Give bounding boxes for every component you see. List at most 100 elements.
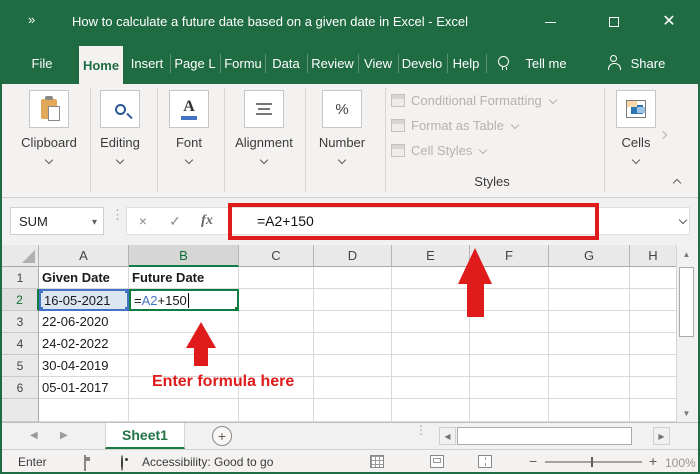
cell-a2-referenced[interactable]: 16-05-2021 (39, 289, 129, 311)
cell[interactable] (314, 355, 392, 377)
accessibility-status[interactable]: Accessibility: Good to go (142, 455, 273, 469)
tab-insert[interactable]: Insert (128, 42, 166, 84)
name-box[interactable]: SUM ▾ (10, 207, 104, 235)
macro-record-icon[interactable] (84, 455, 86, 471)
zoom-in-button[interactable]: + (649, 453, 657, 469)
cell[interactable] (239, 289, 314, 311)
tab-review[interactable]: Review (310, 42, 355, 84)
scroll-down-icon[interactable]: ▼ (677, 404, 696, 422)
tab-view[interactable]: View (361, 42, 395, 84)
conditional-formatting-button[interactable]: Conditional Formatting (391, 92, 558, 108)
sheet-nav-next-icon[interactable]: ▶ (60, 430, 68, 441)
cell[interactable] (129, 399, 239, 422)
cell[interactable] (314, 399, 392, 422)
sheet-nav-prev-icon[interactable]: ◀ (30, 430, 38, 441)
percent-icon[interactable]: % (322, 90, 362, 128)
chevron-down-icon[interactable]: ▾ (92, 217, 97, 228)
zoom-slider-thumb[interactable] (591, 457, 593, 467)
alignment-icon[interactable] (244, 90, 284, 128)
cell-a5[interactable]: 30-04-2019 (39, 355, 129, 377)
ribbon-group-font[interactable]: A Font (163, 90, 215, 168)
cell[interactable] (630, 355, 676, 377)
cell[interactable] (239, 333, 314, 355)
cell[interactable] (549, 267, 630, 289)
row-header-7[interactable] (2, 399, 39, 422)
cancel-button[interactable]: × (127, 213, 159, 229)
tab-page-layout[interactable]: Page L (173, 42, 217, 84)
zoom-slider-track[interactable] (545, 461, 642, 463)
cell[interactable] (470, 333, 549, 355)
tab-formulas[interactable]: Formu (223, 42, 263, 84)
cell-a1[interactable]: Given Date (39, 267, 129, 289)
cell-styles-button[interactable]: Cell Styles (391, 142, 488, 158)
cell[interactable] (314, 333, 392, 355)
horizontal-scroll-thumb[interactable] (457, 427, 632, 445)
row-header-2[interactable]: 2 (2, 289, 39, 311)
row-header-4[interactable]: 4 (2, 333, 39, 355)
row-header-3[interactable]: 3 (2, 311, 39, 333)
cell[interactable] (549, 289, 630, 311)
close-button[interactable]: ✕ (652, 10, 686, 34)
chevron-down-icon[interactable] (337, 155, 347, 165)
cell[interactable] (630, 311, 676, 333)
cell[interactable] (630, 267, 676, 289)
page-break-view-icon[interactable] (478, 455, 492, 468)
normal-view-icon[interactable] (370, 455, 384, 468)
chevron-down-icon[interactable] (631, 155, 641, 165)
cell-a3[interactable]: 22-06-2020 (39, 311, 129, 333)
tab-help[interactable]: Help (450, 42, 482, 84)
cell[interactable] (314, 311, 392, 333)
quick-access-overflow-icon[interactable]: » (28, 12, 35, 27)
cell[interactable] (549, 333, 630, 355)
zoom-level[interactable]: 100% (665, 456, 696, 470)
drag-handle-dots[interactable]: ⋮ (111, 208, 124, 221)
column-header-a[interactable]: A (39, 245, 129, 267)
cell[interactable] (392, 333, 470, 355)
cell[interactable] (392, 399, 470, 422)
insert-function-button[interactable]: fx (191, 213, 223, 229)
ribbon-group-number[interactable]: % Number (310, 90, 374, 168)
page-layout-view-icon[interactable] (430, 455, 444, 468)
chevron-right-icon[interactable] (658, 130, 668, 140)
collapse-ribbon-icon[interactable] (672, 178, 682, 188)
cells-icon[interactable] (616, 90, 656, 128)
share-button[interactable]: Share (627, 42, 669, 84)
cell[interactable] (630, 333, 676, 355)
maximize-button[interactable] (597, 10, 631, 34)
cell-a4[interactable]: 24-02-2022 (39, 333, 129, 355)
sheet-tab-sheet1[interactable]: Sheet1 (105, 423, 185, 449)
ribbon-group-editing[interactable]: Editing (92, 90, 148, 168)
column-header-b[interactable]: B (129, 245, 239, 267)
minimize-button[interactable] (533, 10, 567, 34)
cell[interactable] (470, 377, 549, 399)
cell-b1[interactable]: Future Date (129, 267, 239, 289)
cell[interactable] (630, 289, 676, 311)
ribbon-group-alignment[interactable]: Alignment (226, 90, 302, 168)
cell[interactable] (470, 355, 549, 377)
tab-tell-me[interactable]: Tell me (522, 42, 570, 84)
chevron-down-icon[interactable] (184, 155, 194, 165)
ribbon-group-cells[interactable]: Cells (612, 90, 660, 168)
cell[interactable] (314, 377, 392, 399)
row-header-6[interactable]: 6 (2, 377, 39, 399)
chevron-down-icon[interactable] (115, 155, 125, 165)
cell[interactable] (630, 377, 676, 399)
cell[interactable] (392, 355, 470, 377)
vertical-scroll-thumb[interactable] (679, 267, 694, 337)
cell[interactable] (314, 267, 392, 289)
scroll-right-icon[interactable]: ▶ (653, 427, 670, 445)
column-header-d[interactable]: D (314, 245, 392, 267)
row-header-5[interactable]: 5 (2, 355, 39, 377)
search-icon[interactable] (100, 90, 140, 128)
select-all-button[interactable] (2, 245, 39, 267)
column-header-c[interactable]: C (239, 245, 314, 267)
scroll-left-icon[interactable]: ◀ (439, 427, 456, 445)
tab-file[interactable]: File (16, 42, 68, 84)
tab-developer[interactable]: Develo (400, 42, 444, 84)
cell[interactable] (39, 399, 129, 422)
cell[interactable] (549, 377, 630, 399)
cell[interactable] (314, 289, 392, 311)
cell[interactable] (129, 311, 239, 333)
add-sheet-button[interactable]: + (212, 426, 232, 446)
fill-handle[interactable] (234, 306, 237, 309)
